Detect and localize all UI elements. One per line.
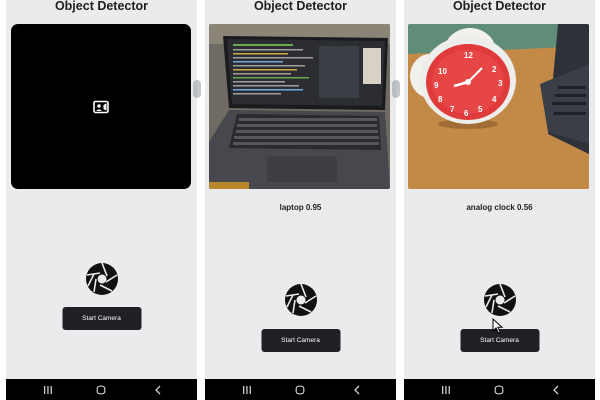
screenshot-collage: Object Detector Start Camera Object Dete… xyxy=(0,0,600,400)
back-button[interactable] xyxy=(544,379,568,400)
back-button[interactable] xyxy=(146,379,170,400)
svg-text:9: 9 xyxy=(434,81,439,90)
detection-result: laptop 0.95 xyxy=(279,203,322,212)
home-button[interactable] xyxy=(89,379,113,400)
detection-result: analog clock 0.56 xyxy=(466,203,533,212)
page-title: Object Detector xyxy=(253,0,348,13)
shutter-icon[interactable] xyxy=(85,262,119,296)
shutter-icon[interactable] xyxy=(284,283,318,317)
phone-screen-3: Object Detector 12 2 3 4 5 6 7 8 9 10 an… xyxy=(404,0,595,400)
page-title: Object Detector xyxy=(54,0,149,13)
phone-screen-1: Object Detector Start Camera xyxy=(6,0,197,400)
svg-text:10: 10 xyxy=(438,67,447,76)
svg-text:5: 5 xyxy=(478,105,483,114)
svg-text:6: 6 xyxy=(464,109,469,118)
back-button[interactable] xyxy=(345,379,369,400)
edge-panel-handle[interactable] xyxy=(392,80,400,98)
video-camera-icon xyxy=(93,100,109,113)
home-button[interactable] xyxy=(487,379,511,400)
start-camera-button[interactable]: Start Camera xyxy=(62,307,141,330)
edge-panel-handle[interactable] xyxy=(193,80,201,98)
recents-icon xyxy=(243,385,251,394)
recents-button[interactable] xyxy=(235,379,259,400)
home-button[interactable] xyxy=(288,379,312,400)
svg-text:2: 2 xyxy=(492,65,497,74)
recents-button[interactable] xyxy=(36,379,60,400)
svg-text:7: 7 xyxy=(450,105,455,114)
home-icon xyxy=(96,385,106,394)
camera-preview xyxy=(11,24,191,189)
back-icon xyxy=(354,385,360,394)
back-icon xyxy=(553,385,559,394)
system-navigation-bar xyxy=(404,379,595,400)
cursor-icon xyxy=(492,318,504,334)
recents-icon xyxy=(442,385,450,394)
home-icon xyxy=(295,385,305,394)
clock-photo-image: 12 2 3 4 5 6 7 8 9 10 xyxy=(408,24,589,189)
system-navigation-bar xyxy=(6,379,197,400)
svg-text:4: 4 xyxy=(492,95,497,104)
system-navigation-bar xyxy=(205,379,396,400)
svg-text:12: 12 xyxy=(464,51,473,60)
back-icon xyxy=(155,385,161,394)
home-icon xyxy=(494,385,504,394)
start-camera-button[interactable]: Start Camera xyxy=(261,329,340,352)
page-title: Object Detector xyxy=(452,0,547,13)
svg-text:3: 3 xyxy=(498,79,503,88)
svg-text:8: 8 xyxy=(438,95,443,104)
phone-screen-2: Object Detector laptop 0.95 Start Camera xyxy=(205,0,396,400)
laptop-photo-image xyxy=(209,24,390,189)
recents-icon xyxy=(44,385,52,394)
clock-photo: 12 2 3 4 5 6 7 8 9 10 xyxy=(408,24,589,189)
laptop-photo xyxy=(209,24,390,189)
recents-button[interactable] xyxy=(434,379,458,400)
shutter-icon[interactable] xyxy=(483,283,517,317)
